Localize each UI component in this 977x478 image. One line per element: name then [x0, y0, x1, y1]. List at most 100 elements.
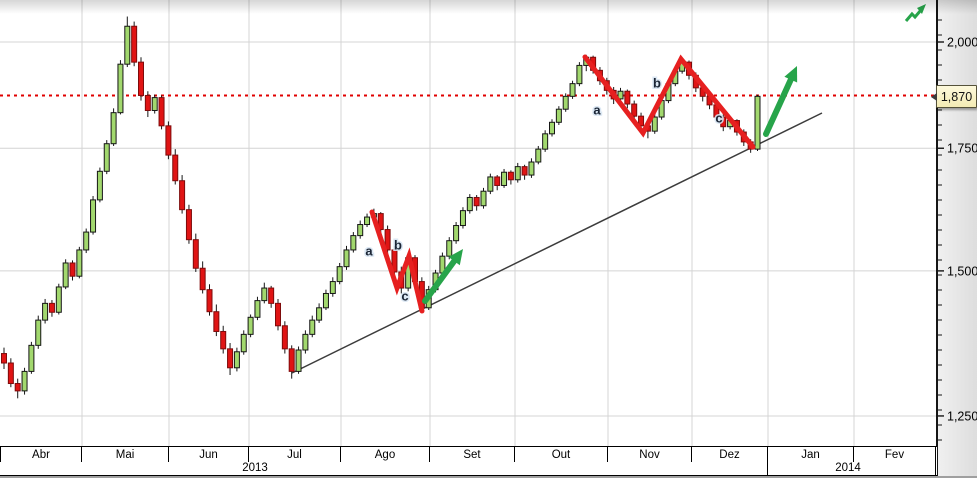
candle-bullish — [350, 235, 357, 251]
candle-bullish — [96, 170, 103, 201]
price-tag: 1,870 — [931, 85, 977, 108]
candle-bearish — [275, 302, 281, 327]
candle-bullish — [254, 300, 261, 318]
candle-bullish — [343, 249, 350, 268]
month-label: Jan — [801, 448, 820, 461]
candle-bullish — [55, 286, 62, 313]
candle-bearish — [624, 90, 631, 105]
month-label: Jul — [287, 448, 302, 461]
month-label: Out — [551, 448, 571, 461]
candle-bullish — [514, 166, 521, 181]
month-cell-jun: Jun — [169, 447, 249, 462]
candle-bearish — [1, 353, 7, 364]
candle-bullish — [28, 344, 35, 372]
month-label: Dez — [719, 448, 740, 461]
abc-label: c — [401, 288, 408, 303]
candle-bullish — [754, 95, 761, 150]
candle-bullish — [35, 319, 42, 346]
month-cell-jan: Jan — [768, 447, 854, 462]
year-label: 2013 — [242, 462, 268, 474]
candle-bullish — [124, 25, 131, 65]
candle-bearish — [7, 362, 14, 385]
candle-bearish — [281, 325, 288, 350]
time-axis-months[interactable]: Abr Mai Jun Jul Ago Set Out Nov Dez Jan Fev — [0, 446, 937, 463]
month-label: Mai — [115, 448, 135, 461]
candle-bullish — [110, 112, 117, 145]
candle-bullish — [480, 190, 487, 207]
candle-bullish — [309, 319, 316, 335]
candle-bullish — [466, 196, 473, 212]
candle-bearish — [158, 97, 165, 127]
candle-bullish — [42, 302, 49, 321]
candle-bullish — [501, 171, 508, 186]
candle-bullish — [322, 292, 329, 309]
candle-bearish — [185, 209, 192, 241]
candle-bearish — [213, 311, 220, 332]
month-cell-mai: Mai — [82, 447, 169, 462]
price-axis-label: 1,500 — [947, 264, 977, 278]
candle-bearish — [199, 267, 206, 291]
month-cell-abr: Abr — [0, 447, 82, 462]
month-cell-ago: Ago — [341, 447, 430, 462]
candle-bearish — [48, 302, 55, 313]
price-tag-label: 1,870 — [940, 89, 973, 104]
month-label: Ago — [374, 448, 396, 461]
candle-bullish — [21, 370, 28, 392]
price-tag-pointer — [931, 92, 937, 101]
month-cell-dez: Dez — [692, 447, 768, 462]
month-label: Abr — [32, 448, 50, 461]
abc-label: c — [715, 110, 722, 125]
candle-bullish — [364, 216, 371, 226]
candle-bearish — [138, 61, 144, 96]
time-axis-years[interactable]: 2013 2014 — [0, 462, 937, 476]
price-axis-label: 1,250 — [947, 409, 977, 423]
candle-bearish — [131, 25, 138, 63]
candle-bearish — [172, 154, 179, 182]
candle-bearish — [494, 176, 501, 186]
candle-bullish — [90, 199, 97, 233]
chart-plot-area[interactable]: a b c a b c 2,000 1,750 1,500 1,250 — [0, 0, 977, 446]
candle-bullish — [240, 333, 247, 353]
candle-bearish — [268, 287, 275, 304]
candle-bullish — [357, 224, 364, 237]
candle-bearish — [14, 383, 21, 392]
candle-bullish — [83, 231, 90, 251]
candle-bullish — [535, 148, 542, 163]
month-cell-nov: Nov — [608, 447, 692, 462]
month-label: Fev — [884, 448, 905, 461]
candle-bullish — [542, 133, 549, 150]
candle-bullish — [555, 108, 562, 123]
candle-bullish — [329, 281, 336, 294]
abc-label: a — [593, 102, 601, 117]
month-cell-jul: Jul — [249, 447, 341, 462]
candle-bullish — [151, 97, 158, 112]
month-label: Nov — [639, 448, 660, 461]
candle-bearish — [206, 289, 213, 313]
candle-bullish — [336, 266, 343, 283]
candle-bullish — [569, 83, 576, 97]
candle-bullish — [528, 161, 535, 176]
candle-bearish — [631, 103, 638, 117]
candle-bearish — [165, 125, 172, 156]
candle-bearish — [69, 262, 76, 277]
candle-bullish — [103, 143, 110, 172]
abc-label: b — [394, 237, 402, 252]
candle-bullish — [302, 333, 309, 351]
candle-bullish — [562, 95, 569, 110]
trend-up-icon — [904, 9, 923, 22]
year-label: 2014 — [835, 462, 861, 474]
candle-bullish — [233, 351, 240, 369]
month-cell-out: Out — [515, 447, 608, 462]
candle-bearish — [144, 94, 151, 112]
candle-bullish — [62, 262, 69, 288]
candle-bullish — [453, 225, 460, 242]
month-label: Set — [463, 448, 481, 461]
price-axis-label: 1,750 — [947, 142, 977, 156]
price-axis-label: 2,000 — [947, 36, 977, 50]
candle-bullish — [459, 210, 466, 227]
candle-bearish — [179, 180, 186, 211]
candle-bearish — [521, 166, 528, 176]
candle-bullish — [117, 63, 124, 114]
month-cell-set: Set — [430, 447, 515, 462]
candle-bearish — [192, 239, 199, 269]
